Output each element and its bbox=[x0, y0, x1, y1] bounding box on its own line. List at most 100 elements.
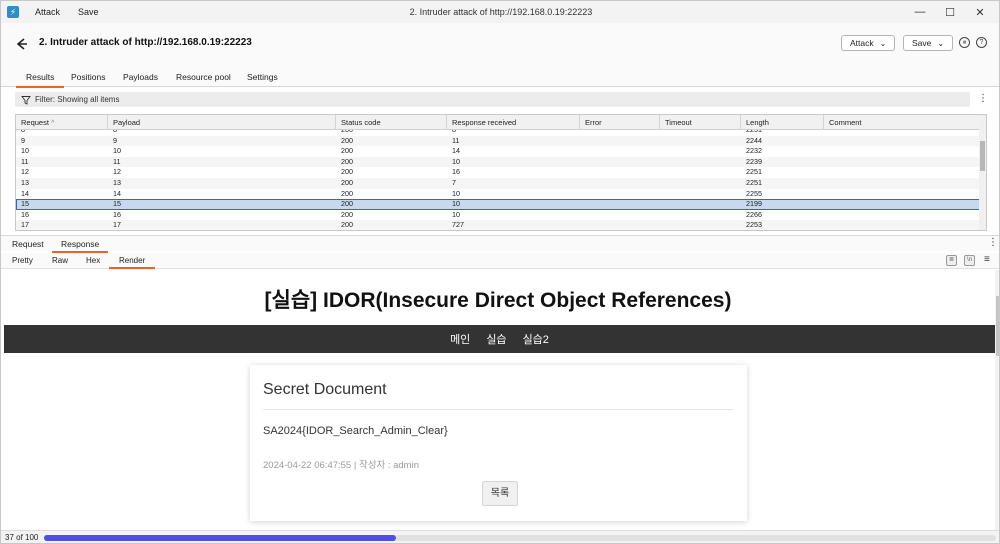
nav-link-practice2[interactable]: 실습2 bbox=[523, 331, 549, 347]
table-row[interactable]: 10 10 200 14 2232 bbox=[16, 146, 980, 157]
cell-status: 200 bbox=[341, 135, 353, 145]
message-more-icon[interactable]: ⋮ bbox=[988, 238, 998, 248]
intruder-window: ⚡ Attack Save 2. Intruder attack of http… bbox=[0, 0, 1000, 544]
view-tabs: Pretty Raw Hex Render ≣ \n ≡ bbox=[1, 253, 999, 269]
cell-request: 11 bbox=[21, 156, 29, 166]
cell-received: 16 bbox=[452, 167, 460, 177]
tab-results[interactable]: Results bbox=[15, 72, 65, 88]
attack-button[interactable]: Attack ⌄ bbox=[841, 35, 896, 51]
cell-length: 2251 bbox=[746, 167, 762, 177]
cell-length: 2266 bbox=[746, 209, 762, 219]
table-row[interactable]: 13 13 200 7 2251 bbox=[16, 178, 980, 189]
column-header-request[interactable]: Request ^ bbox=[16, 115, 108, 130]
window-title: 2. Intruder attack of http://192.168.0.1… bbox=[409, 7, 593, 17]
cell-status: 200 bbox=[341, 188, 353, 198]
render-scrollbar[interactable] bbox=[995, 270, 999, 530]
cell-status: 200 bbox=[341, 146, 353, 156]
column-header-response-received[interactable]: Response received bbox=[447, 115, 580, 130]
cell-payload: 9 bbox=[113, 135, 117, 145]
cell-request: 13 bbox=[21, 178, 29, 187]
cell-request: 17 bbox=[21, 220, 29, 230]
back-arrow-icon[interactable] bbox=[15, 37, 29, 51]
page-heading: [실습] IDOR(Insecure Direct Object Referen… bbox=[264, 289, 732, 312]
cell-status: 200 bbox=[341, 167, 353, 177]
more-options-icon[interactable]: ⋮ bbox=[978, 94, 988, 104]
table-row[interactable]: 17 17 200 727 2253 bbox=[16, 220, 980, 230]
table-scrollbar[interactable] bbox=[979, 115, 986, 230]
table-row[interactable]: 14 14 200 10 2255 bbox=[16, 189, 980, 200]
close-icon[interactable]: ✕ bbox=[965, 6, 995, 19]
newline-icon[interactable]: \n bbox=[964, 255, 975, 266]
tab-request[interactable]: Request bbox=[12, 239, 44, 249]
cell-request: 14 bbox=[21, 188, 29, 198]
table-header: Request ^ Payload Status code Response r… bbox=[16, 115, 980, 130]
tab-payloads[interactable]: Payloads bbox=[123, 72, 158, 82]
column-header-payload[interactable]: Payload bbox=[108, 115, 336, 130]
cell-length: 2239 bbox=[746, 156, 762, 166]
cell-status: 200 bbox=[341, 178, 353, 187]
cell-payload: 13 bbox=[113, 178, 121, 187]
tab-settings[interactable]: Settings bbox=[247, 72, 278, 82]
progress-bar bbox=[44, 535, 996, 541]
cell-payload: 10 bbox=[113, 146, 121, 156]
document-meta: 2024-04-22 06:47:55 | 작성자 : admin bbox=[263, 460, 419, 471]
save-button[interactable]: Save ⌄ bbox=[903, 35, 954, 51]
filter-label: Filter: Showing all items bbox=[35, 95, 120, 104]
results-table: Request ^ Payload Status code Response r… bbox=[15, 114, 987, 231]
menu-save[interactable]: Save bbox=[78, 7, 99, 17]
hamburger-menu-icon[interactable]: ≡ bbox=[984, 254, 990, 265]
tab-resource-pool[interactable]: Resource pool bbox=[176, 72, 231, 82]
help-icon[interactable]: ? bbox=[976, 37, 987, 48]
minimize-icon[interactable]: — bbox=[905, 6, 935, 18]
cell-length: 2255 bbox=[746, 188, 762, 198]
status-bar: 37 of 100 bbox=[1, 530, 999, 543]
column-header-comment[interactable]: Comment bbox=[824, 115, 980, 130]
menu-attack[interactable]: Attack bbox=[35, 7, 60, 17]
cell-received: 7 bbox=[452, 178, 456, 187]
table-row[interactable]: 12 12 200 16 2251 bbox=[16, 167, 980, 178]
word-wrap-icon[interactable]: ≣ bbox=[946, 255, 957, 266]
tab-raw[interactable]: Raw bbox=[52, 256, 68, 265]
save-button-label: Save bbox=[912, 38, 932, 48]
attack-title: 2. Intruder attack of http://192.168.0.1… bbox=[39, 37, 252, 48]
list-button[interactable]: 목록 bbox=[482, 481, 518, 506]
cell-request: 10 bbox=[21, 146, 29, 156]
cell-status: 200 bbox=[341, 199, 353, 209]
cell-received: 14 bbox=[452, 146, 460, 156]
tab-positions[interactable]: Positions bbox=[71, 72, 106, 82]
chevron-down-icon: ⌄ bbox=[879, 38, 887, 48]
cell-received: 727 bbox=[452, 220, 464, 230]
tab-hex[interactable]: Hex bbox=[86, 256, 100, 265]
progress-text: 37 of 100 bbox=[5, 533, 39, 542]
column-header-timeout[interactable]: Timeout bbox=[660, 115, 741, 130]
filter-bar[interactable]: Filter: Showing all items bbox=[15, 92, 970, 107]
cell-received: 11 bbox=[452, 135, 460, 145]
attack-header: 2. Intruder attack of http://192.168.0.1… bbox=[1, 23, 999, 67]
column-header-error[interactable]: Error bbox=[580, 115, 660, 130]
cell-status: 200 bbox=[341, 156, 353, 166]
tab-response[interactable]: Response bbox=[51, 239, 109, 253]
table-row[interactable]: 9 9 200 11 2244 bbox=[16, 135, 980, 147]
render-view: [실습] IDOR(Insecure Direct Object Referen… bbox=[1, 270, 999, 530]
column-header-length[interactable]: Length bbox=[741, 115, 824, 130]
table-row[interactable]: 15 15 200 10 2199 bbox=[16, 199, 980, 210]
nav-link-practice[interactable]: 실습 bbox=[486, 331, 506, 347]
cell-length: 2253 bbox=[746, 220, 762, 230]
pause-icon[interactable]: ⏸ bbox=[959, 37, 970, 48]
message-tabs: Request Response ⋮ bbox=[1, 235, 999, 253]
cell-request: 9 bbox=[21, 135, 25, 145]
nav-link-main[interactable]: 메인 bbox=[450, 331, 470, 347]
cell-length: 2199 bbox=[746, 199, 762, 209]
intruder-tabs: Results Positions Payloads Resource pool… bbox=[1, 67, 999, 88]
cell-length: 2232 bbox=[746, 146, 762, 156]
tab-pretty[interactable]: Pretty bbox=[12, 256, 33, 265]
cell-payload: 12 bbox=[113, 167, 121, 177]
tab-render[interactable]: Render bbox=[108, 256, 156, 269]
maximize-icon[interactable]: ☐ bbox=[935, 6, 965, 19]
render-scrollbar-thumb[interactable] bbox=[996, 296, 999, 356]
column-header-status-code[interactable]: Status code bbox=[336, 115, 447, 130]
table-row[interactable]: 16 16 200 10 2266 bbox=[16, 210, 980, 221]
table-row[interactable]: 11 11 200 10 2239 bbox=[16, 156, 980, 168]
scrollbar-thumb[interactable] bbox=[980, 141, 985, 171]
cell-received: 10 bbox=[452, 209, 460, 219]
